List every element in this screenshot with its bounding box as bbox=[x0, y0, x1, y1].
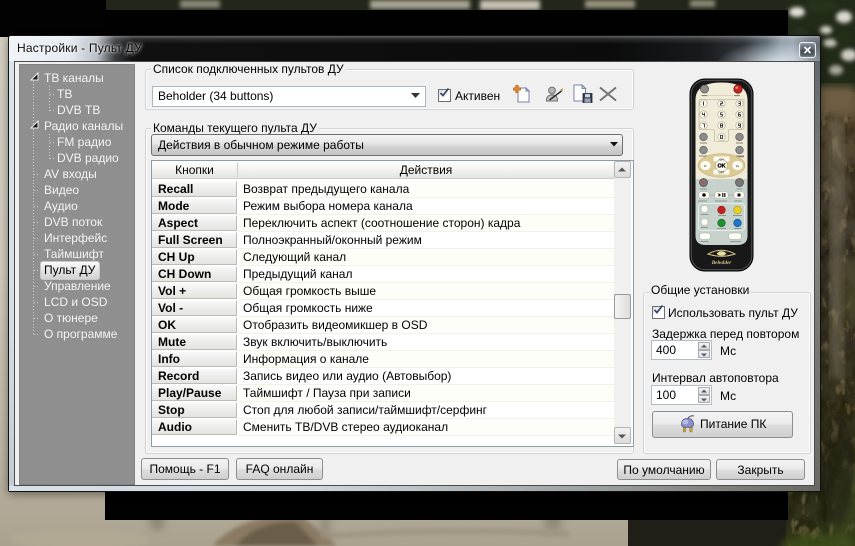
svg-text:CH: CH bbox=[719, 158, 723, 162]
svg-text:OK: OK bbox=[717, 164, 725, 170]
svg-text:V-: V- bbox=[704, 164, 707, 168]
svg-text:Beholder: Beholder bbox=[711, 260, 733, 266]
svg-text:V+: V+ bbox=[736, 164, 740, 168]
svg-text:OFF: OFF bbox=[719, 170, 725, 174]
